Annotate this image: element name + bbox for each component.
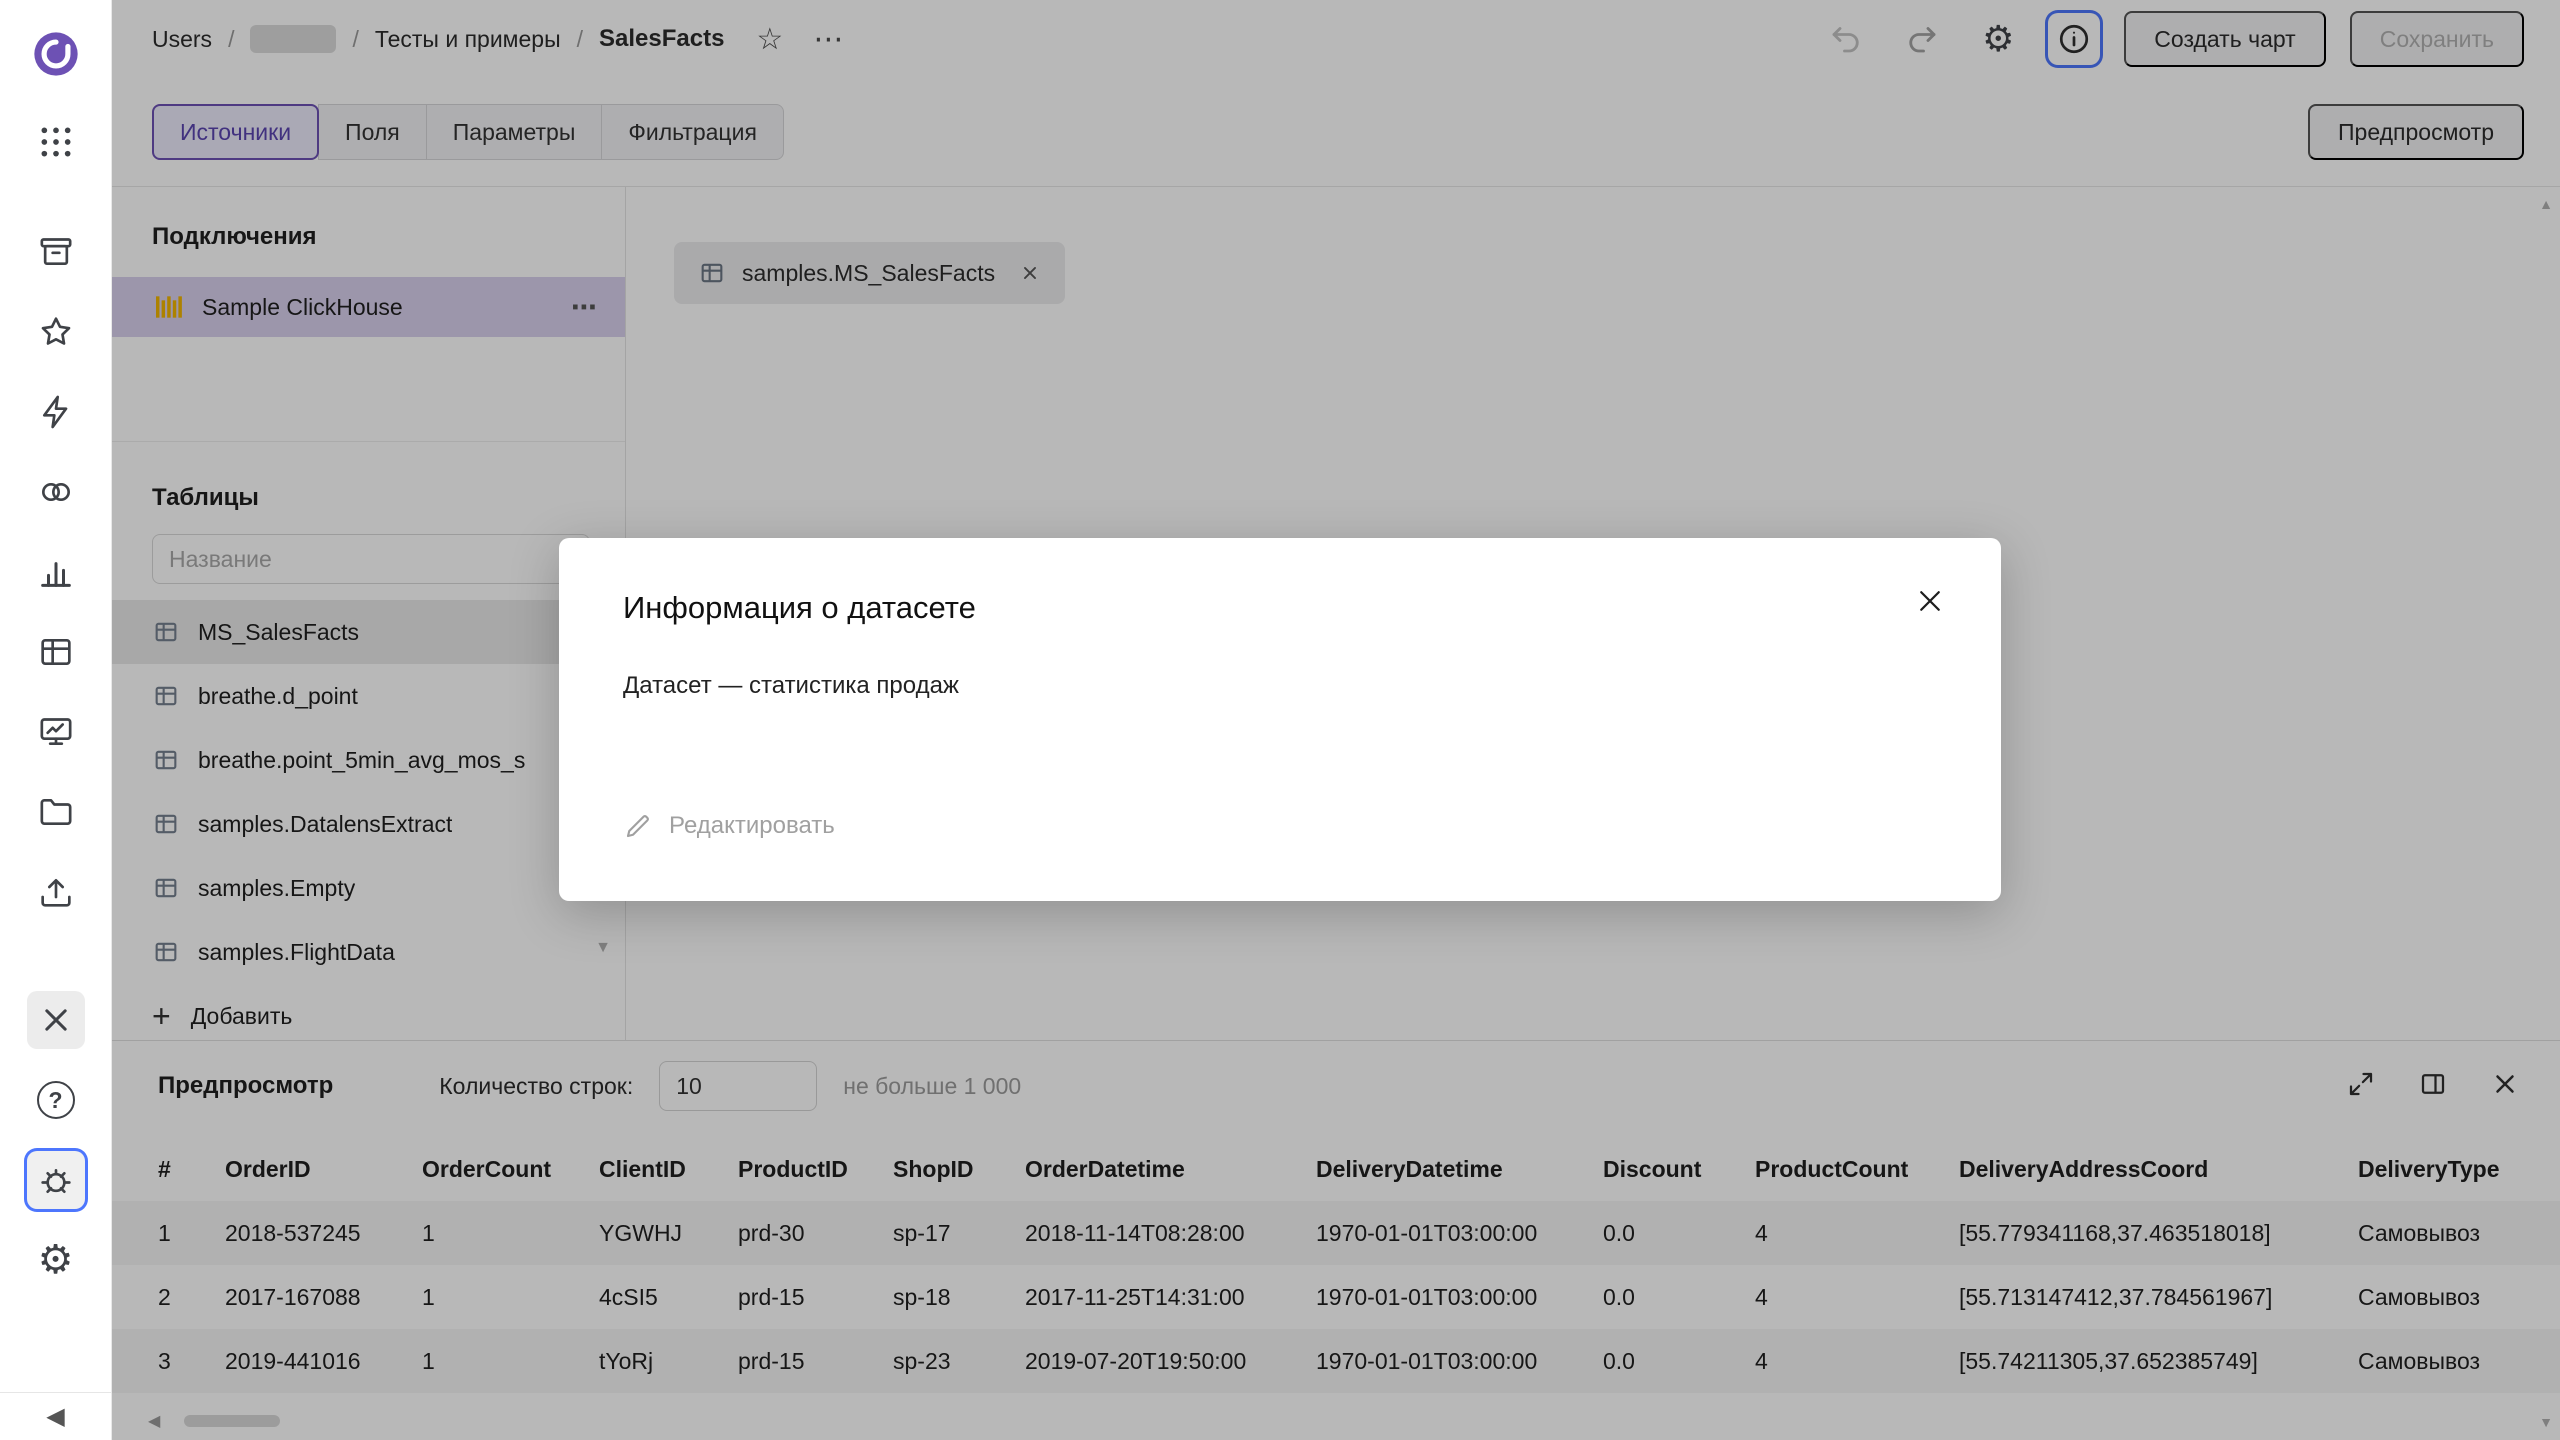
monitor-icon[interactable] — [27, 703, 85, 761]
modal-close-icon[interactable] — [1915, 586, 1945, 616]
bar-chart-icon[interactable] — [27, 543, 85, 601]
collections-box-icon[interactable] — [27, 223, 85, 281]
favorites-star-icon[interactable] — [27, 303, 85, 361]
collapse-arrow-icon: ◀ — [46, 1402, 64, 1431]
collapse-rail-button[interactable]: ◀ — [0, 1392, 111, 1440]
left-rail: ? ⚙ ◀ — [0, 0, 112, 1440]
dataset-info-modal: Информация о датасете Датасет — статисти… — [559, 538, 2001, 901]
upload-icon[interactable] — [27, 863, 85, 921]
apps-grid-icon[interactable] — [27, 113, 85, 171]
folder-icon[interactable] — [27, 783, 85, 841]
help-icon[interactable]: ? — [27, 1071, 85, 1129]
datalens-dataset-editor: ? ⚙ ◀ Users / / Тесты и примеры / SalesF… — [0, 0, 2560, 1440]
settings-gear-icon[interactable]: ⚙ — [27, 1231, 85, 1289]
pencil-icon — [623, 811, 653, 841]
table-grid-icon[interactable] — [27, 623, 85, 681]
close-icon[interactable] — [27, 991, 85, 1049]
dataset-description: Датасет — статистика продаж — [623, 672, 1937, 700]
datalens-logo[interactable] — [28, 26, 84, 82]
rings-icon[interactable] — [27, 463, 85, 521]
modal-title: Информация о датасете — [623, 590, 1937, 626]
edit-description-button[interactable]: Редактировать — [623, 811, 835, 841]
debug-bug-icon[interactable] — [27, 1151, 85, 1209]
shortcuts-zap-icon[interactable] — [27, 383, 85, 441]
